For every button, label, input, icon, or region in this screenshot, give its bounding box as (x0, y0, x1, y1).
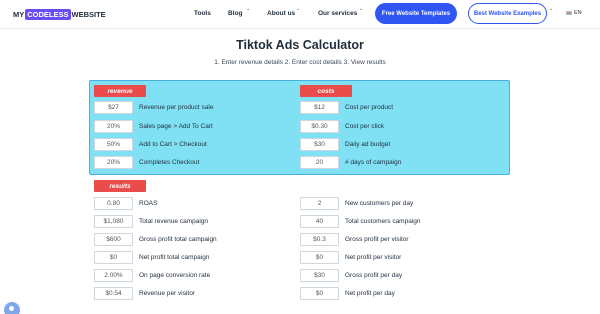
nav-item-blog[interactable]: Blog (228, 10, 242, 17)
net-profit-per-visitor-output: $0 (300, 251, 339, 264)
gross-profit-per-visitor-output: $0.3 (300, 233, 339, 246)
chevron-down-icon: ⌄ (296, 6, 301, 12)
site-logo[interactable]: MY CODELESS WEBSITE (13, 9, 106, 20)
cost-per-click-label: Cost per click (345, 123, 385, 130)
chevron-down-icon: ⌄ (359, 6, 364, 12)
logo-text-highlight: CODELESS (25, 9, 71, 20)
add-to-cart-checkout-label: Add to Cart > Checkout (139, 141, 207, 148)
sales-page-add-to-cart-label: Sales page > Add To Cart (139, 123, 213, 130)
chevron-down-icon: ⌄ (246, 6, 251, 12)
completes-checkout-label: Completes Checkout (139, 159, 200, 166)
roas-label: ROAS (139, 200, 158, 207)
on-page-conversion-rate-label: On page conversion rate (139, 272, 211, 279)
chat-widget-button[interactable] (4, 302, 20, 314)
best-website-examples-label: Best Website Examples (473, 10, 542, 17)
net-profit-per-day-output: $0 (300, 287, 339, 300)
total-revenue-campaign-output: $1,080 (94, 215, 133, 228)
gross-profit-total-campaign-label: Gross profit total campaign (139, 236, 217, 243)
revenue-per-visitor-label: Revenue per visitor (139, 290, 195, 297)
revenue-per-visitor-output: $0.54 (94, 287, 133, 300)
costs-badge: costs (300, 85, 352, 97)
gross-profit-per-visitor-label: Gross profit per visitor (345, 236, 409, 243)
best-website-examples-button[interactable]: Best Website Examples (468, 3, 547, 24)
roas-output: 0.80 (94, 197, 133, 210)
cost-per-click-input[interactable]: $0.30 (300, 120, 339, 133)
gross-profit-per-day-label: Gross profit per day (345, 272, 403, 279)
cost-per-product-input[interactable]: $12 (300, 101, 339, 114)
language-label: EN (574, 10, 582, 16)
page-title: Tiktok Ads Calculator (236, 38, 364, 52)
flag-icon (566, 11, 572, 15)
completes-checkout-input[interactable]: 20% (94, 156, 133, 169)
on-page-conversion-rate-output: 2.00% (94, 269, 133, 282)
nav-item-tools[interactable]: Tools (194, 10, 211, 17)
total-revenue-campaign-label: Total revenue campaign (139, 218, 209, 225)
daily-ad-budget-label: Daily ad budget (345, 141, 391, 148)
cost-per-product-label: Cost per product (345, 104, 394, 111)
days-of-campaign-input[interactable]: 20 (300, 156, 339, 169)
net-profit-total-campaign-output: $0 (94, 251, 133, 264)
days-of-campaign-label: # days of campaign (345, 159, 402, 166)
sales-page-add-to-cart-input[interactable]: 20% (94, 120, 133, 133)
chevron-down-icon: ⌄ (549, 6, 554, 12)
top-navbar: MY CODELESS WEBSITE Tools Blog ⌄ About u… (0, 0, 600, 29)
net-profit-per-visitor-label: Net profit per visitor (345, 254, 402, 261)
gross-profit-per-day-output: $30 (300, 269, 339, 282)
total-customers-campaign-output: 40 (300, 215, 339, 228)
language-selector[interactable]: EN (566, 10, 582, 16)
page-subtitle: 1. Enter revenue details 2. Enter cost d… (214, 59, 386, 66)
new-customers-per-day-label: New customers per day (345, 200, 414, 207)
results-badge: results (94, 180, 146, 192)
daily-ad-budget-input[interactable]: $30 (300, 138, 339, 151)
gross-profit-total-campaign-output: $600 (94, 233, 133, 246)
free-website-templates-button[interactable]: Free Website Templates (375, 3, 457, 24)
net-profit-per-day-label: Net profit per day (345, 290, 395, 297)
new-customers-per-day-output: 2 (300, 197, 339, 210)
net-profit-total-campaign-label: Net profit total campaign (139, 254, 210, 261)
revenue-per-product-sale-label: Revenue per product sale (139, 104, 214, 111)
logo-text-website: WEBSITE (71, 10, 106, 19)
add-to-cart-checkout-input[interactable]: 50% (94, 138, 133, 151)
nav-item-about-us[interactable]: About us (267, 10, 295, 17)
revenue-badge: revenue (94, 85, 146, 97)
revenue-per-product-sale-input[interactable]: $27 (94, 101, 133, 114)
logo-text-my: MY (13, 10, 25, 19)
nav-item-our-services[interactable]: Our services (318, 10, 357, 17)
total-customers-campaign-label: Total customers campaign (345, 218, 421, 225)
